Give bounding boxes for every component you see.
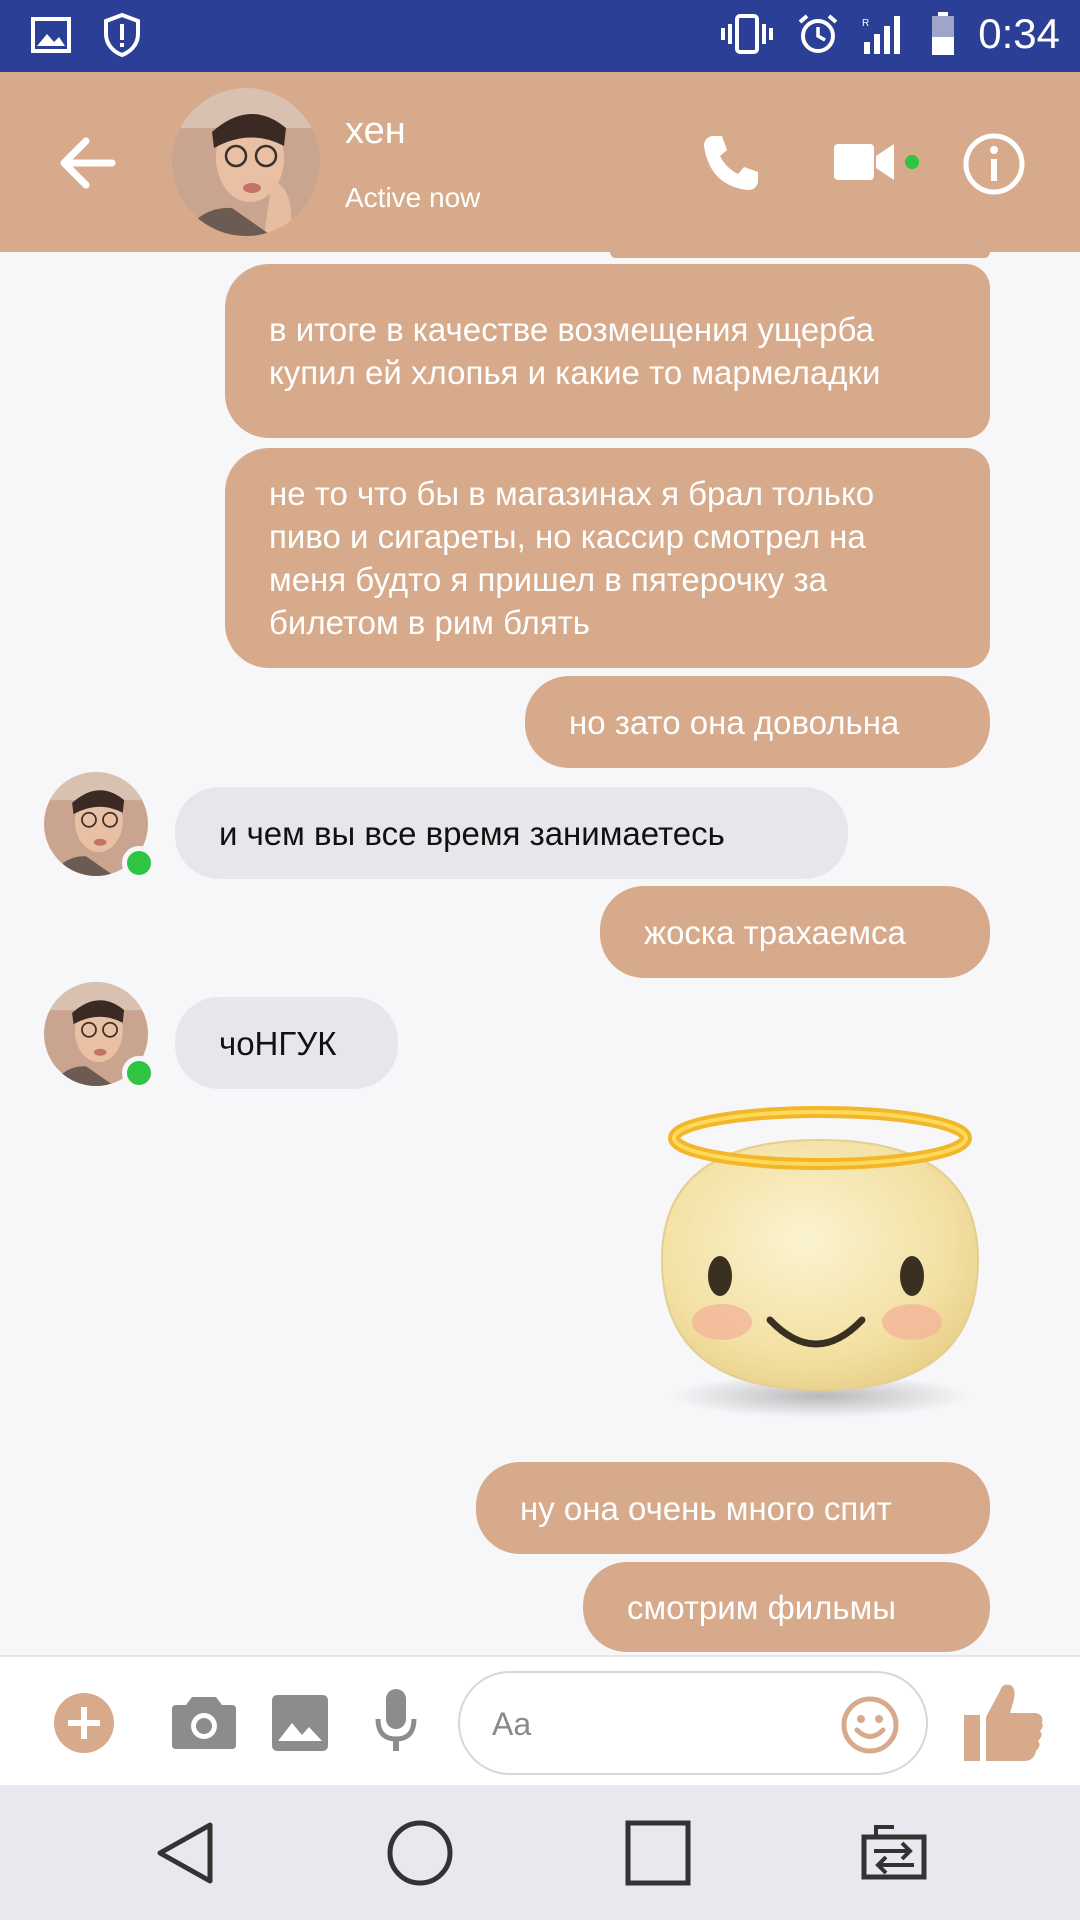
status-time: 0:34	[978, 10, 1060, 57]
svg-text:R: R	[862, 18, 869, 29]
contact-name: хен	[345, 110, 406, 152]
message-bubble-outgoing[interactable]: жоска трахаемса	[600, 886, 990, 978]
message-bubble-outgoing[interactable]: не то что бы в магазинах я брал только п…	[225, 448, 990, 668]
signal-icon: R	[862, 16, 901, 54]
online-indicator	[122, 1056, 156, 1090]
phone-call-icon[interactable]	[698, 130, 764, 196]
angel-emoji-sticker[interactable]	[650, 1100, 990, 1420]
battery-icon	[932, 12, 955, 55]
gallery-icon[interactable]	[272, 1695, 328, 1751]
info-icon[interactable]	[962, 132, 1026, 196]
message-text: чоНГУК	[219, 1024, 337, 1062]
nav-recents-icon[interactable]	[622, 1817, 694, 1889]
sender-avatar[interactable]	[44, 982, 156, 1090]
conversation-header: хен Active now	[0, 72, 1080, 252]
avatar-photo	[172, 88, 320, 236]
message-input[interactable]	[492, 1699, 822, 1749]
message-text: смотрим фильмы	[627, 1588, 897, 1626]
contact-avatar[interactable]	[172, 88, 320, 236]
previous-message-edge	[610, 252, 990, 258]
message-text: ну она очень много спит	[520, 1489, 892, 1527]
camera-icon[interactable]	[172, 1693, 236, 1749]
message-bubble-outgoing[interactable]: в итоге в качестве возмещения ущерба куп…	[225, 264, 990, 438]
status-bar: R 0:34	[0, 0, 1080, 72]
message-composer	[0, 1655, 1080, 1785]
system-navigation-bar	[0, 1785, 1080, 1920]
message-bubble-outgoing[interactable]: ну она очень много спит	[476, 1462, 990, 1554]
message-text: не то что бы в магазинах я брал только п…	[269, 475, 875, 641]
emoji-icon[interactable]	[840, 1695, 900, 1755]
message-bubble-incoming[interactable]: чоНГУК	[175, 997, 398, 1089]
message-text: жоска трахаемса	[644, 913, 906, 951]
thumbs-up-icon[interactable]	[960, 1679, 1046, 1765]
message-input-container[interactable]	[458, 1671, 928, 1775]
sender-avatar[interactable]	[44, 772, 156, 880]
online-indicator	[122, 846, 156, 880]
nav-back-icon[interactable]	[150, 1817, 222, 1889]
message-bubble-incoming[interactable]: и чем вы все время занимаетесь	[175, 787, 848, 879]
message-text: в итоге в качестве возмещения ущерба куп…	[269, 311, 881, 391]
nav-switch-app-icon[interactable]	[858, 1817, 930, 1889]
back-arrow-icon[interactable]	[52, 127, 124, 199]
gallery-notification-icon	[31, 17, 71, 53]
message-bubble-outgoing[interactable]: но зато она довольна	[525, 676, 990, 768]
message-text: и чем вы все время занимаетесь	[219, 814, 725, 852]
contact-status: Active now	[345, 182, 481, 213]
alarm-icon	[798, 14, 838, 53]
microphone-icon[interactable]	[374, 1689, 418, 1753]
video-active-indicator	[905, 155, 919, 169]
video-call-icon[interactable]	[832, 134, 896, 190]
shield-alert-icon	[104, 12, 140, 58]
plus-circle-icon[interactable]	[52, 1691, 116, 1755]
vibrate-icon	[721, 14, 774, 54]
message-text: но зато она довольна	[569, 703, 900, 741]
message-bubble-outgoing[interactable]: смотрим фильмы	[583, 1562, 990, 1652]
nav-home-icon[interactable]	[384, 1817, 456, 1889]
